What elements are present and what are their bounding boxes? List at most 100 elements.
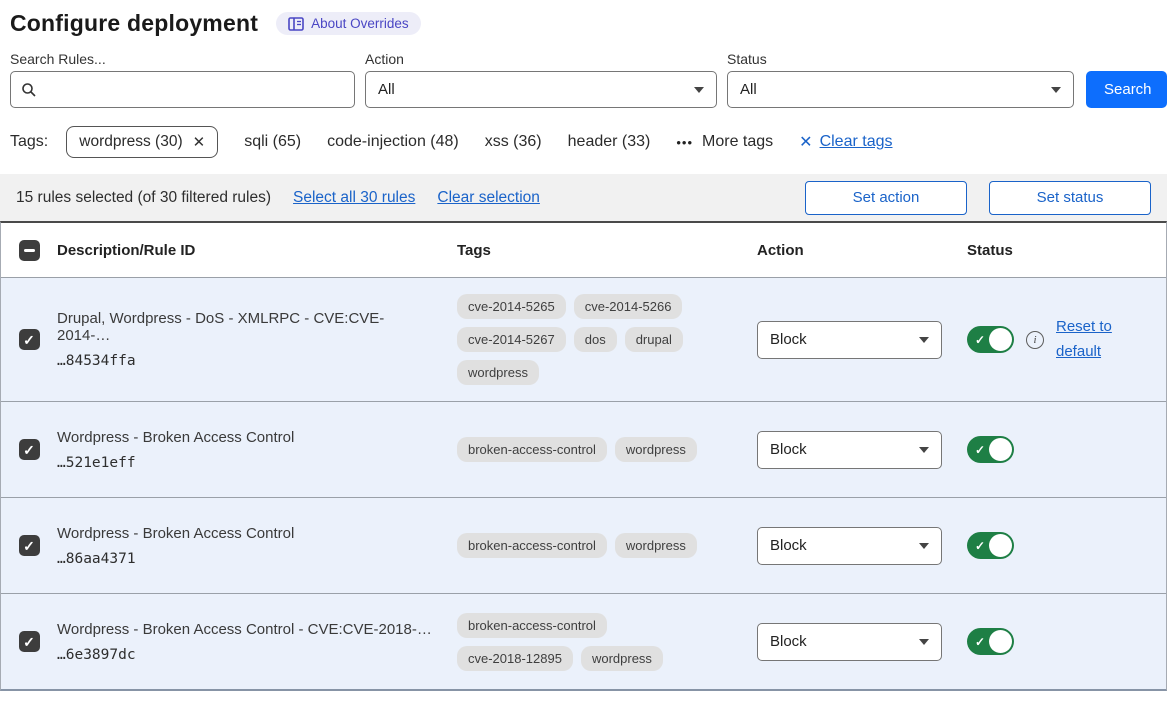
- action-filter-select[interactable]: All: [365, 71, 717, 108]
- row-checkbox[interactable]: ✓: [19, 535, 40, 556]
- column-header-action: Action: [757, 242, 967, 259]
- rule-id: …86aa4371: [57, 551, 437, 567]
- rule-tags: cve-2014-5265 cve-2014-5266 cve-2014-526…: [457, 294, 715, 385]
- status-toggle[interactable]: ✓: [967, 628, 1014, 655]
- search-rules-field: Search Rules...: [10, 51, 355, 108]
- clear-tags-icon: ✕: [799, 132, 812, 152]
- status-toggle[interactable]: ✓: [967, 326, 1014, 353]
- clear-selection-link[interactable]: Clear selection: [437, 189, 540, 207]
- chevron-down-icon: [919, 543, 929, 549]
- rule-description: Drupal, Wordpress - DoS - XMLRPC - CVE:C…: [57, 310, 437, 344]
- column-header-status: Status: [967, 242, 1166, 259]
- check-icon: ✓: [975, 333, 985, 347]
- table-row: ✓ Wordpress - Broken Access Control - CV…: [1, 593, 1166, 689]
- search-input[interactable]: [45, 81, 344, 98]
- tag-pill: broken-access-control: [457, 613, 607, 638]
- check-icon: ✓: [23, 333, 35, 347]
- row-checkbox[interactable]: ✓: [19, 329, 40, 350]
- check-icon: ✓: [975, 539, 985, 553]
- tag-pill: broken-access-control: [457, 533, 607, 558]
- selection-bar: 15 rules selected (of 30 filtered rules)…: [0, 174, 1167, 221]
- toggle-knob: [989, 534, 1012, 557]
- clear-tags-button[interactable]: ✕ Clear tags: [799, 132, 892, 152]
- tag-xss[interactable]: xss (36): [485, 133, 542, 151]
- column-header-description: Description/Rule ID: [57, 242, 457, 259]
- remove-tag-icon[interactable]: ✕: [193, 133, 206, 151]
- table-header-row: Description/Rule ID Tags Action Status: [1, 223, 1166, 277]
- status-toggle[interactable]: ✓: [967, 436, 1014, 463]
- selection-summary: 15 rules selected (of 30 filtered rules): [16, 189, 271, 207]
- info-icon[interactable]: i: [1026, 331, 1044, 349]
- status-filter-value: All: [740, 81, 757, 98]
- set-status-button[interactable]: Set status: [989, 181, 1151, 215]
- rule-tags: broken-access-control wordpress: [457, 437, 715, 462]
- rule-tags: broken-access-control wordpress: [457, 533, 715, 558]
- status-filter-label: Status: [727, 51, 1074, 67]
- rule-tags: broken-access-control cve-2018-12895 wor…: [457, 613, 715, 671]
- status-filter-select[interactable]: All: [727, 71, 1074, 108]
- search-input-wrap[interactable]: [10, 71, 355, 108]
- row-checkbox[interactable]: ✓: [19, 631, 40, 652]
- status-toggle[interactable]: ✓: [967, 532, 1014, 559]
- about-overrides-label: About Overrides: [311, 16, 409, 31]
- rules-table: Description/Rule ID Tags Action Status ✓…: [0, 221, 1167, 691]
- reset-to-default-link[interactable]: Reset to default: [1056, 315, 1120, 365]
- configure-deployment-page: Configure deployment About Overrides Sea…: [0, 0, 1167, 691]
- about-overrides-badge[interactable]: About Overrides: [276, 12, 421, 35]
- chevron-down-icon: [919, 639, 929, 645]
- book-icon: [288, 17, 304, 31]
- row-checkbox[interactable]: ✓: [19, 439, 40, 460]
- rule-description: Wordpress - Broken Access Control - CVE:…: [57, 621, 437, 638]
- action-select[interactable]: Block: [757, 527, 942, 565]
- tag-pill: cve-2014-5267: [457, 327, 566, 352]
- tag-pill: cve-2014-5265: [457, 294, 566, 319]
- selected-tag-label: wordpress (30): [79, 133, 182, 151]
- tag-header[interactable]: header (33): [568, 133, 651, 151]
- set-action-button[interactable]: Set action: [805, 181, 967, 215]
- search-button[interactable]: Search: [1086, 71, 1167, 108]
- more-tags-label: More tags: [702, 133, 773, 151]
- tag-sqli[interactable]: sqli (65): [244, 133, 301, 151]
- action-value: Block: [770, 537, 807, 554]
- search-icon: [21, 82, 37, 98]
- filters-section: Search Rules... Action All Status All: [0, 43, 1167, 108]
- action-filter-label: Action: [365, 51, 717, 67]
- table-row: ✓ Drupal, Wordpress - DoS - XMLRPC - CVE…: [1, 277, 1166, 401]
- check-icon: ✓: [23, 539, 35, 553]
- tag-pill: cve-2014-5266: [574, 294, 683, 319]
- action-value: Block: [770, 331, 807, 348]
- tag-pill: drupal: [625, 327, 683, 352]
- table-row: ✓ Wordpress - Broken Access Control …521…: [1, 401, 1166, 497]
- page-header: Configure deployment About Overrides: [0, 0, 1167, 43]
- page-title: Configure deployment: [10, 10, 258, 37]
- tag-pill: broken-access-control: [457, 437, 607, 462]
- select-all-checkbox[interactable]: [19, 240, 40, 261]
- action-select[interactable]: Block: [757, 623, 942, 661]
- action-value: Block: [770, 441, 807, 458]
- tags-bar: Tags: wordpress (30) ✕ sqli (65) code-in…: [0, 108, 1167, 172]
- rule-description: Wordpress - Broken Access Control: [57, 429, 437, 446]
- clear-tags-label: Clear tags: [820, 133, 893, 151]
- action-select[interactable]: Block: [757, 321, 942, 359]
- tags-label: Tags:: [10, 133, 48, 151]
- action-select[interactable]: Block: [757, 431, 942, 469]
- toggle-knob: [989, 328, 1012, 351]
- rule-description: Wordpress - Broken Access Control: [57, 525, 437, 542]
- tag-pill: dos: [574, 327, 617, 352]
- select-all-rules-link[interactable]: Select all 30 rules: [293, 189, 415, 207]
- action-value: Block: [770, 633, 807, 650]
- rule-id: …84534ffa: [57, 353, 437, 369]
- check-icon: ✓: [975, 443, 985, 457]
- tag-pill: wordpress: [457, 360, 539, 385]
- rule-id: …6e3897dc: [57, 647, 437, 663]
- search-rules-label: Search Rules...: [10, 51, 355, 67]
- toggle-knob: [989, 630, 1012, 653]
- chevron-down-icon: [694, 87, 704, 93]
- tag-code-injection[interactable]: code-injection (48): [327, 133, 459, 151]
- check-icon: ✓: [23, 443, 35, 457]
- column-header-tags: Tags: [457, 242, 757, 259]
- more-tags-button[interactable]: ••• More tags: [676, 133, 773, 151]
- indeterminate-icon: [24, 249, 35, 252]
- chevron-down-icon: [1051, 87, 1061, 93]
- selected-tag-chip[interactable]: wordpress (30) ✕: [66, 126, 218, 158]
